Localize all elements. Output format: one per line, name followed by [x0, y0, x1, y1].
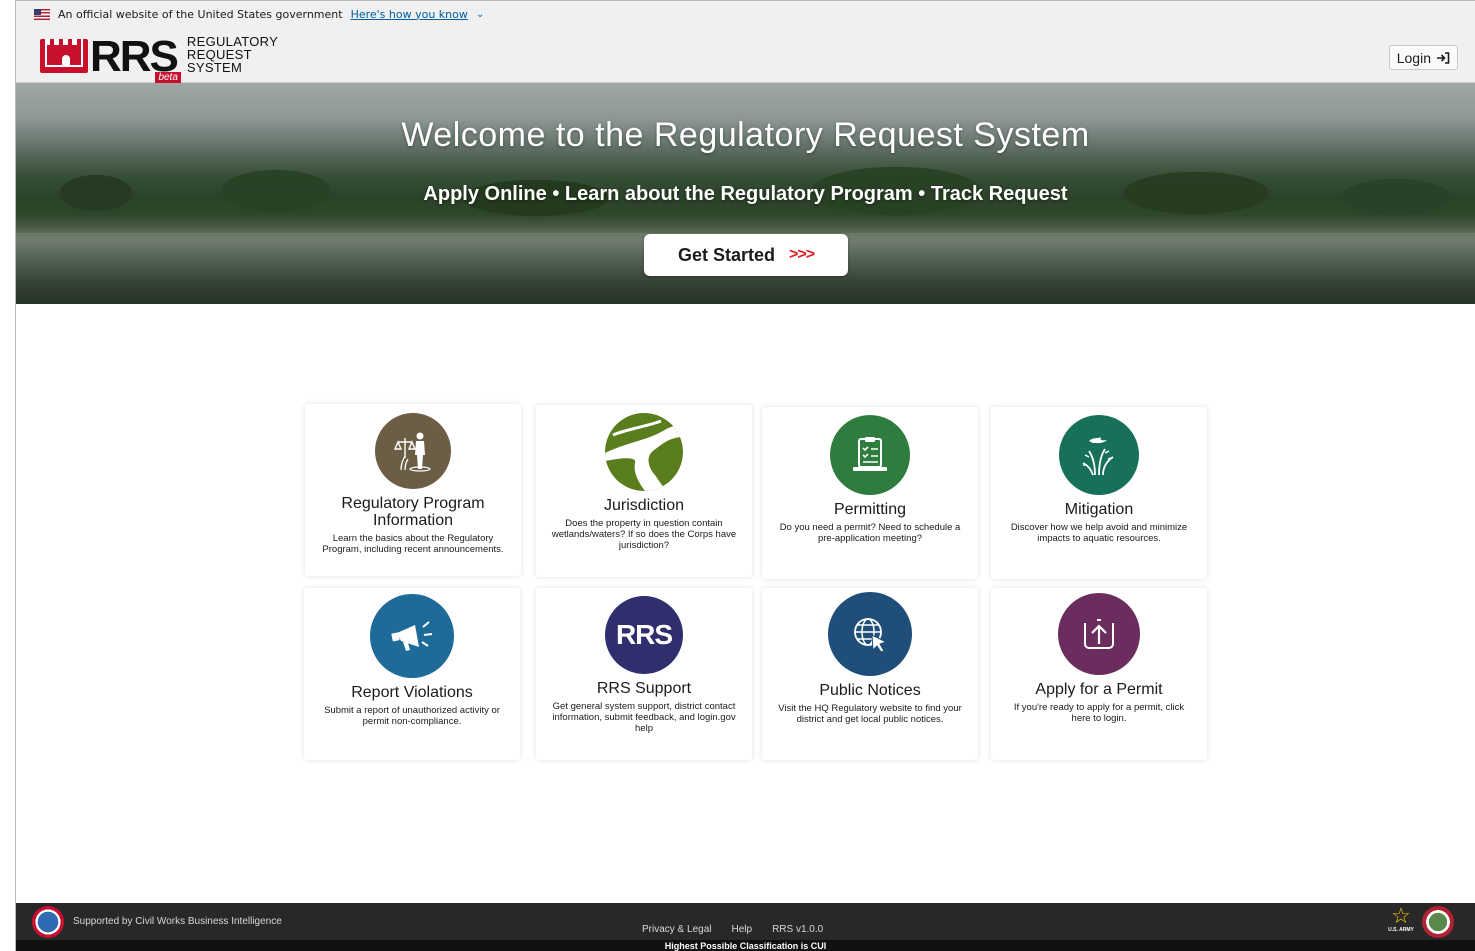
- card-title: Regulatory Program Information: [341, 495, 485, 529]
- card-title: Permitting: [833, 501, 907, 518]
- footer-links: Privacy & Legal Help RRS v1.0.0: [642, 924, 823, 935]
- globe-cursor-icon: [828, 592, 912, 676]
- megaphone-icon: [370, 594, 454, 678]
- card-title: RRS Support: [596, 680, 692, 697]
- card-jurisdiction[interactable]: Jurisdiction Does the property in questi…: [536, 405, 752, 577]
- card-rrs-support[interactable]: RRS RRS Support Get general system suppo…: [536, 588, 752, 760]
- logo-text: REGULATORY REQUEST SYSTEM: [186, 34, 279, 75]
- upload-arrow-icon: [1058, 593, 1140, 675]
- card-title: Report Violations: [351, 684, 473, 701]
- dod-seal-icon: [1422, 906, 1454, 938]
- card-description: Do you need a permit? Need to schedule a…: [779, 522, 961, 544]
- card-description: Does the property in question contain we…: [551, 518, 737, 551]
- card-description: Visit the HQ Regulatory website to find …: [778, 703, 962, 725]
- beta-badge: beta: [155, 72, 181, 83]
- card-mitigation[interactable]: Mitigation Discover how we help avoid an…: [991, 407, 1207, 579]
- hero-banner: Welcome to the Regulatory Request System…: [16, 83, 1475, 304]
- hero-title: Welcome to the Regulatory Request System: [401, 116, 1090, 154]
- card-description: Learn the basics about the Regulatory Pr…: [322, 533, 504, 555]
- us-flag-icon: [34, 8, 50, 20]
- page-frame: An official website of the United States…: [15, 0, 1475, 951]
- card-description: Get general system support, district con…: [552, 701, 736, 734]
- card-title: Apply for a Permit: [1035, 681, 1163, 698]
- chevron-down-icon[interactable]: ⌄: [476, 9, 484, 20]
- card-title: Jurisdiction: [603, 497, 685, 514]
- gov-banner: An official website of the United States…: [16, 1, 1475, 27]
- river-icon: [605, 413, 683, 491]
- card-public-notices[interactable]: Public Notices Visit the HQ Regulatory w…: [762, 588, 978, 760]
- login-button[interactable]: Login: [1388, 45, 1458, 70]
- usace-castle-icon: [40, 39, 88, 73]
- triple-chevron-icon: >>>: [789, 246, 815, 263]
- site-header: RRS beta REGULATORY REQUEST SYSTEM Login: [16, 27, 1475, 83]
- bird-reeds-icon: [1059, 415, 1139, 495]
- login-arrow-icon: [1437, 51, 1450, 64]
- card-title: Mitigation: [1064, 501, 1134, 518]
- heres-how-you-know-link[interactable]: Here's how you know: [351, 8, 468, 21]
- card-title: Public Notices: [819, 682, 921, 699]
- rrs-logo[interactable]: RRS beta REGULATORY REQUEST SYSTEM: [40, 34, 279, 83]
- card-apply-for-permit[interactable]: Apply for a Permit If you're ready to ap…: [991, 588, 1207, 760]
- privacy-legal-link[interactable]: Privacy & Legal: [642, 924, 711, 935]
- rrs-text-icon: RRS: [605, 596, 683, 674]
- card-description: Discover how we help avoid and minimize …: [1010, 522, 1188, 544]
- card-report-violations[interactable]: Report Violations Submit a report of una…: [304, 588, 520, 760]
- card-description: If you're ready to apply for a permit, c…: [1013, 702, 1185, 724]
- us-army-logo: ☆ U.S. ARMY: [1388, 903, 1414, 934]
- card-permitting[interactable]: Permitting Do you need a permit? Need to…: [762, 407, 978, 579]
- gov-banner-text: An official website of the United States…: [58, 7, 343, 21]
- site-footer: Supported by Civil Works Business Intell…: [16, 903, 1475, 951]
- footer-support-text: Supported by Civil Works Business Intell…: [73, 916, 282, 927]
- card-description: Submit a report of unauthorized activity…: [324, 705, 500, 727]
- rrs-logo-mark: RRS beta: [90, 35, 181, 83]
- clipboard-checklist-icon: [830, 415, 910, 495]
- version-text: RRS v1.0.0: [772, 924, 824, 935]
- help-link[interactable]: Help: [731, 924, 752, 935]
- scales-person-icon: [375, 413, 451, 489]
- hero-subtitle: Apply Online • Learn about the Regulator…: [423, 183, 1068, 205]
- usace-seal-icon: [32, 906, 64, 938]
- get-started-button[interactable]: Get Started >>>: [644, 234, 848, 276]
- classification-banner: Highest Possible Classification is CUI: [16, 940, 1475, 951]
- card-regulatory-program-information[interactable]: Regulatory Program Information Learn the…: [305, 404, 521, 576]
